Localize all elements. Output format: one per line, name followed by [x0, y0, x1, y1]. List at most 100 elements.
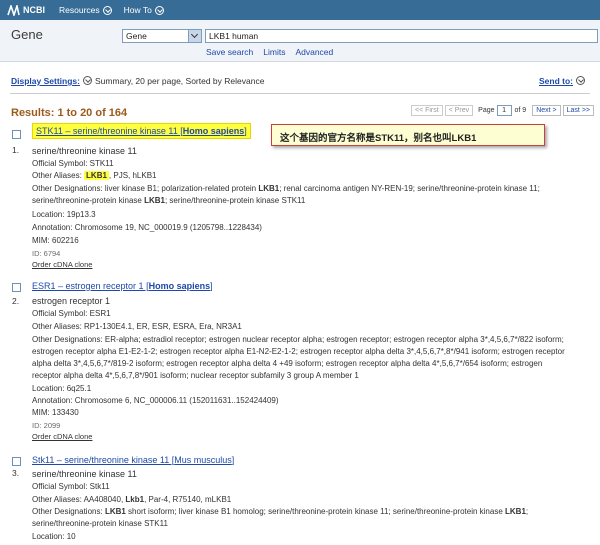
database-select-value: Gene — [126, 31, 147, 41]
chevron-down-icon — [154, 5, 164, 15]
other-aliases: Other Aliases: LKB1, PJS, hLKB1 — [32, 171, 157, 180]
search-links: Save search Limits Advanced — [206, 47, 333, 57]
result-checkbox[interactable] — [12, 457, 21, 466]
result-checkbox[interactable] — [12, 283, 21, 292]
official-symbol: Official Symbol: Stk11 — [32, 482, 110, 491]
designations-match: LKB1 — [505, 507, 526, 516]
save-search-link[interactable]: Save search — [206, 47, 253, 57]
how-to-menu[interactable]: How To — [124, 5, 164, 15]
designations-text: short isoform; liver kinase B1 homolog; … — [125, 507, 505, 516]
display-settings: Display Settings: Summary, 20 per page, S… — [11, 76, 264, 86]
results-count: Results: 1 to 20 of 164 — [11, 107, 128, 119]
how-to-menu-label: How To — [123, 5, 152, 15]
page-label: Page — [478, 107, 495, 114]
official-symbol: Official Symbol: STK11 — [32, 159, 114, 168]
other-designations: Other Designations: LKB1 short isoform; … — [32, 506, 592, 530]
pager: << First < Prev Page 1 of 9 Next > Last … — [409, 105, 594, 116]
annotation-callout: 这个基因的官方名称是STK11，别名也叫LKB1 — [271, 124, 545, 146]
designations-text: ; — [525, 507, 529, 516]
aliases-label: Other Aliases: AA408040, — [32, 495, 126, 504]
chevron-down-icon[interactable] — [576, 76, 585, 85]
result-title-text: Stk11 – serine/threonine kinase 11 [ — [32, 455, 175, 465]
mim: MIM: 133430 — [32, 408, 79, 417]
highlighted-alias: LKB1 — [84, 171, 109, 180]
order-cdna-link[interactable]: Order cDNA clone — [32, 260, 92, 269]
prev-page-button[interactable]: < Prev — [444, 105, 474, 116]
other-designations: Other Designations: ER-alpha; estradiol … — [32, 334, 592, 382]
chevron-down-icon[interactable] — [188, 30, 201, 42]
other-aliases: Other Aliases: AA408040, Lkb1, Par-4, R7… — [32, 495, 231, 504]
annotation: Annotation: Chromosome 6, NC_000006.11 (… — [32, 396, 279, 405]
result-description: estrogen receptor 1 — [32, 296, 111, 306]
aliases-rest: , Par-4, R75140, mLKB1 — [144, 495, 232, 504]
display-settings-link[interactable]: Display Settings: — [11, 76, 80, 86]
display-settings-bar: Display Settings: Summary, 20 per page, S… — [0, 72, 600, 92]
designations-match: LKB1 — [258, 184, 280, 193]
result-checkbox[interactable] — [12, 130, 21, 139]
other-designations: Other Designations: liver kinase B1; pol… — [32, 183, 592, 207]
designations-text: Other Designations: ER-alpha; estradiol … — [32, 335, 564, 344]
result-title: Stk11 – serine/threonine kinase 11 [Mus … — [32, 455, 234, 465]
result-title-text: ESR1 – estrogen receptor 1 [ — [32, 281, 149, 291]
result-organism: Homo sapiens — [148, 281, 211, 291]
gene-id: ID: 6794 — [32, 249, 61, 258]
official-symbol: Official Symbol: ESR1 — [32, 309, 111, 318]
result-organism: Homo sapiens — [182, 126, 245, 136]
location: Location: 10 — [32, 532, 76, 541]
chevron-down-icon[interactable] — [82, 76, 92, 85]
display-summary: Summary, 20 per page, Sorted by Relevanc… — [94, 76, 265, 86]
designations-text: ; serine/threonine-protein kinase STK11 — [164, 196, 306, 205]
search-input[interactable]: LKB1 human — [205, 29, 598, 43]
result-title-text: STK11 – serine/threonine kinase 11 [ — [36, 126, 183, 136]
ncbi-logo-text: NCBI — [23, 5, 45, 15]
aliases-match: Lkb1 — [125, 495, 145, 504]
result-title-end: ] — [210, 281, 213, 291]
result-number: 1. — [12, 145, 20, 155]
database-select[interactable]: Gene — [122, 29, 202, 43]
divider — [10, 93, 590, 94]
send-to-link[interactable]: Send to: — [539, 76, 573, 86]
location: Location: 19p13.3 — [32, 210, 96, 219]
designations-text: serine/threonine-protein kinase — [32, 196, 145, 205]
advanced-link[interactable]: Advanced — [295, 47, 333, 57]
designations-text: serine/threonine-protein kinase STK11 — [32, 519, 168, 528]
result-title-link[interactable]: STK11 – serine/threonine kinase 11 [Homo… — [36, 126, 247, 136]
designations-text: alpha delta 3*,4,5,6,7*/819-2 isoform; e… — [32, 359, 543, 368]
database-title: Gene — [11, 27, 43, 42]
top-bar: NCBI Resources How To — [0, 0, 600, 20]
result-organism: Mus musculus — [174, 455, 232, 465]
annotation: Annotation: Chromosome 19, NC_000019.9 (… — [32, 223, 262, 232]
result-number: 3. — [12, 468, 20, 478]
first-page-button[interactable]: << First — [410, 105, 443, 116]
aliases-rest: , PJS, hLKB1 — [108, 171, 157, 180]
last-page-button[interactable]: Last >> — [562, 105, 594, 116]
result-title: ESR1 – estrogen receptor 1 [Homo sapiens… — [32, 281, 213, 291]
page-total: of 9 — [514, 107, 527, 114]
designations-text: receptor alpha delta 4*,5,6,7,8*/901 iso… — [32, 371, 359, 380]
result-description: serine/threonine kinase 11 — [32, 469, 137, 479]
result-title-link[interactable]: Stk11 – serine/threonine kinase 11 [Mus … — [32, 455, 234, 465]
result-description: serine/threonine kinase 11 — [32, 146, 137, 156]
send-to[interactable]: Send to: — [539, 76, 588, 86]
gene-id: ID: 2099 — [32, 421, 61, 430]
other-aliases: Other Aliases: RP1-130E4.1, ER, ESR, ESR… — [32, 322, 242, 331]
designations-text: Other Designations: liver kinase B1; pol… — [32, 184, 259, 193]
designations-match: LKB1 — [144, 196, 165, 205]
next-page-button[interactable]: Next > — [532, 105, 561, 116]
order-cdna-link[interactable]: Order cDNA clone — [32, 432, 92, 441]
ncbi-logo[interactable]: NCBI — [7, 4, 45, 16]
resources-menu[interactable]: Resources — [59, 5, 112, 15]
ncbi-logo-icon — [7, 4, 20, 16]
result-title: STK11 – serine/threonine kinase 11 [Homo… — [32, 123, 251, 139]
location: Location: 6q25.1 — [32, 384, 92, 393]
resources-menu-label: Resources — [59, 5, 100, 15]
mim: MIM: 602216 — [32, 236, 79, 245]
highlighted-title: STK11 – serine/threonine kinase 11 [Homo… — [32, 123, 251, 139]
result-title-link[interactable]: ESR1 – estrogen receptor 1 [Homo sapiens… — [32, 281, 213, 291]
page-number-input[interactable]: 1 — [496, 105, 512, 116]
designations-text: Other Designations: — [32, 507, 105, 516]
limits-link[interactable]: Limits — [263, 47, 285, 57]
designations-text: ; renal carcinoma antigen NY-REN-19; ser… — [279, 184, 540, 193]
result-number: 2. — [12, 296, 20, 306]
designations-text: estrogen receptor alpha E1-E2-1-2; estro… — [32, 347, 565, 356]
